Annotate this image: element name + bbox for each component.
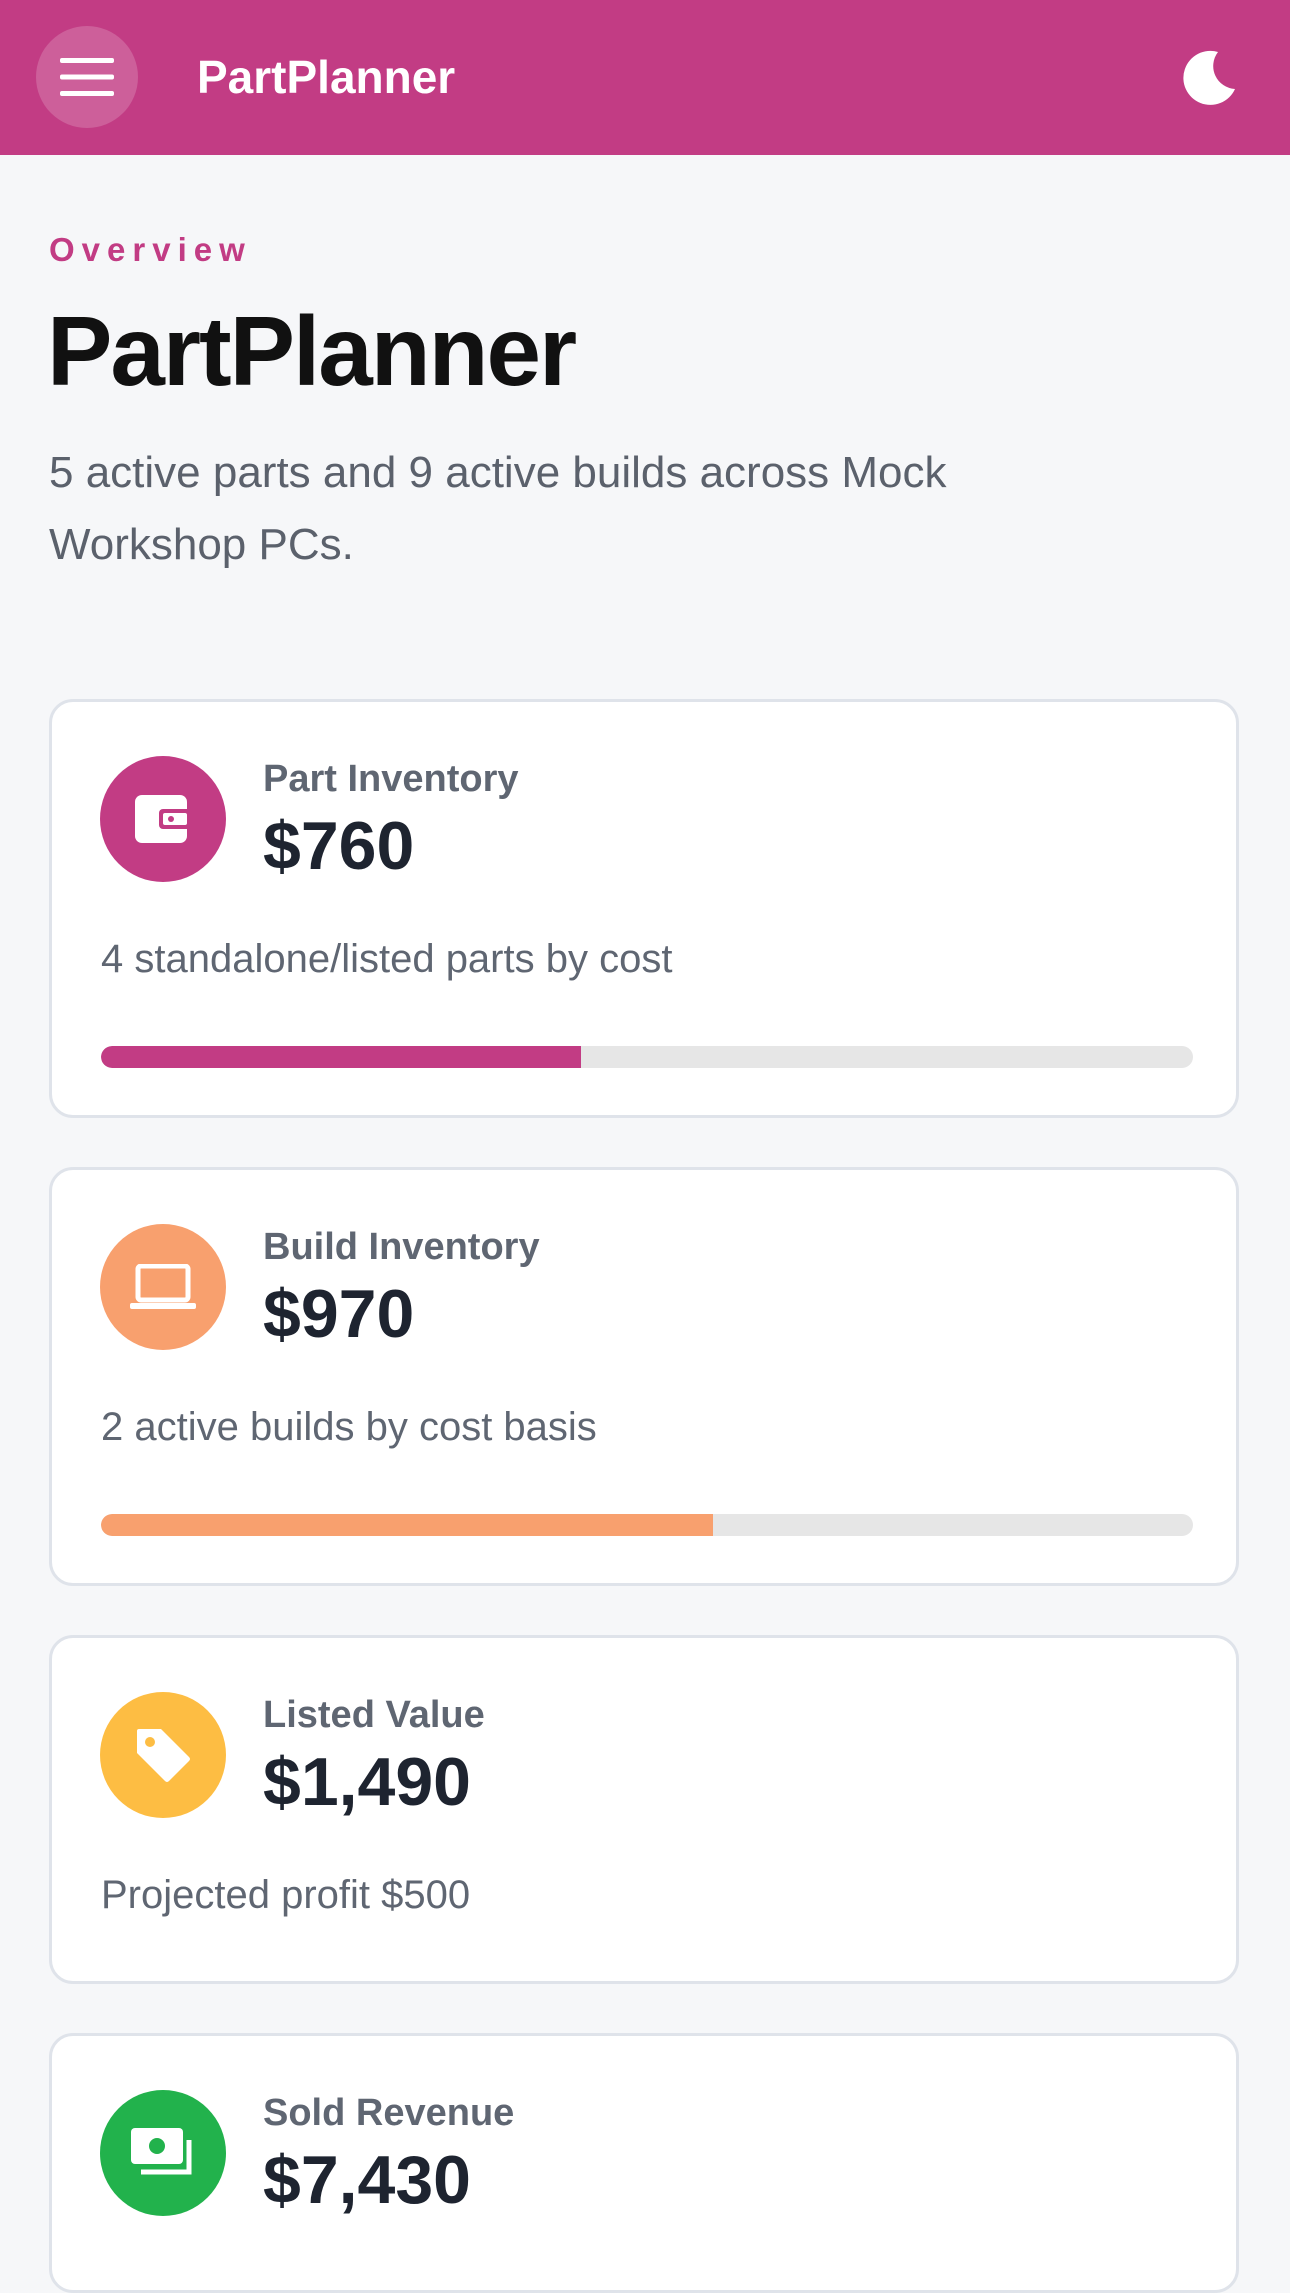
sold-revenue-label: Sold Revenue	[263, 2092, 515, 2134]
wallet-icon	[135, 795, 191, 843]
part-inventory-description: 4 standalone/listed parts by cost	[101, 937, 673, 981]
listed-value-value: $1,490	[263, 1744, 471, 1820]
section-eyebrow: Overview	[49, 231, 252, 268]
part-inventory-icon-circle	[100, 756, 226, 882]
page-title: PartPlanner	[47, 296, 577, 406]
app-title: PartPlanner	[197, 51, 456, 103]
sold-revenue-value: $7,430	[263, 2142, 471, 2218]
listed-value-label: Listed Value	[263, 1694, 485, 1736]
app-bar: PartPlanner	[0, 0, 1290, 155]
menu-button[interactable]	[36, 26, 138, 128]
hamburger-menu-icon	[60, 58, 114, 96]
listed-value-card[interactable]: Listed Value $1,490 Projected profit $50…	[49, 1635, 1239, 1984]
build-inventory-value: $970	[263, 1276, 415, 1352]
moon-icon	[1183, 50, 1235, 105]
build-inventory-progress-track	[101, 1514, 1193, 1536]
page-subtitle: 5 active parts and 9 active builds acros…	[49, 448, 947, 569]
listed-value-description: Projected profit $500	[101, 1873, 471, 1917]
part-inventory-progress-fill	[101, 1046, 582, 1068]
build-inventory-label: Build Inventory	[263, 1226, 540, 1268]
part-inventory-progress-track	[101, 1046, 1193, 1068]
build-inventory-description: 2 active builds by cost basis	[101, 1405, 597, 1449]
build-inventory-card[interactable]: Build Inventory $970 2 active builds by …	[49, 1167, 1239, 1586]
money-icon	[131, 2128, 192, 2175]
part-inventory-label: Part Inventory	[263, 758, 519, 800]
sold-revenue-card[interactable]: Sold Revenue $7,430	[49, 2033, 1239, 2293]
laptop-icon	[130, 1264, 196, 1309]
listed-value-icon-circle	[100, 1692, 226, 1818]
sold-revenue-icon-circle	[100, 2090, 226, 2216]
build-inventory-icon-circle	[100, 1224, 226, 1350]
part-inventory-value: $760	[263, 808, 415, 884]
build-inventory-progress-fill	[101, 1514, 713, 1536]
theme-toggle-button[interactable]	[1178, 47, 1240, 109]
part-inventory-card[interactable]: Part Inventory $760 4 standalone/listed …	[49, 699, 1239, 1118]
tag-icon	[137, 1729, 190, 1782]
